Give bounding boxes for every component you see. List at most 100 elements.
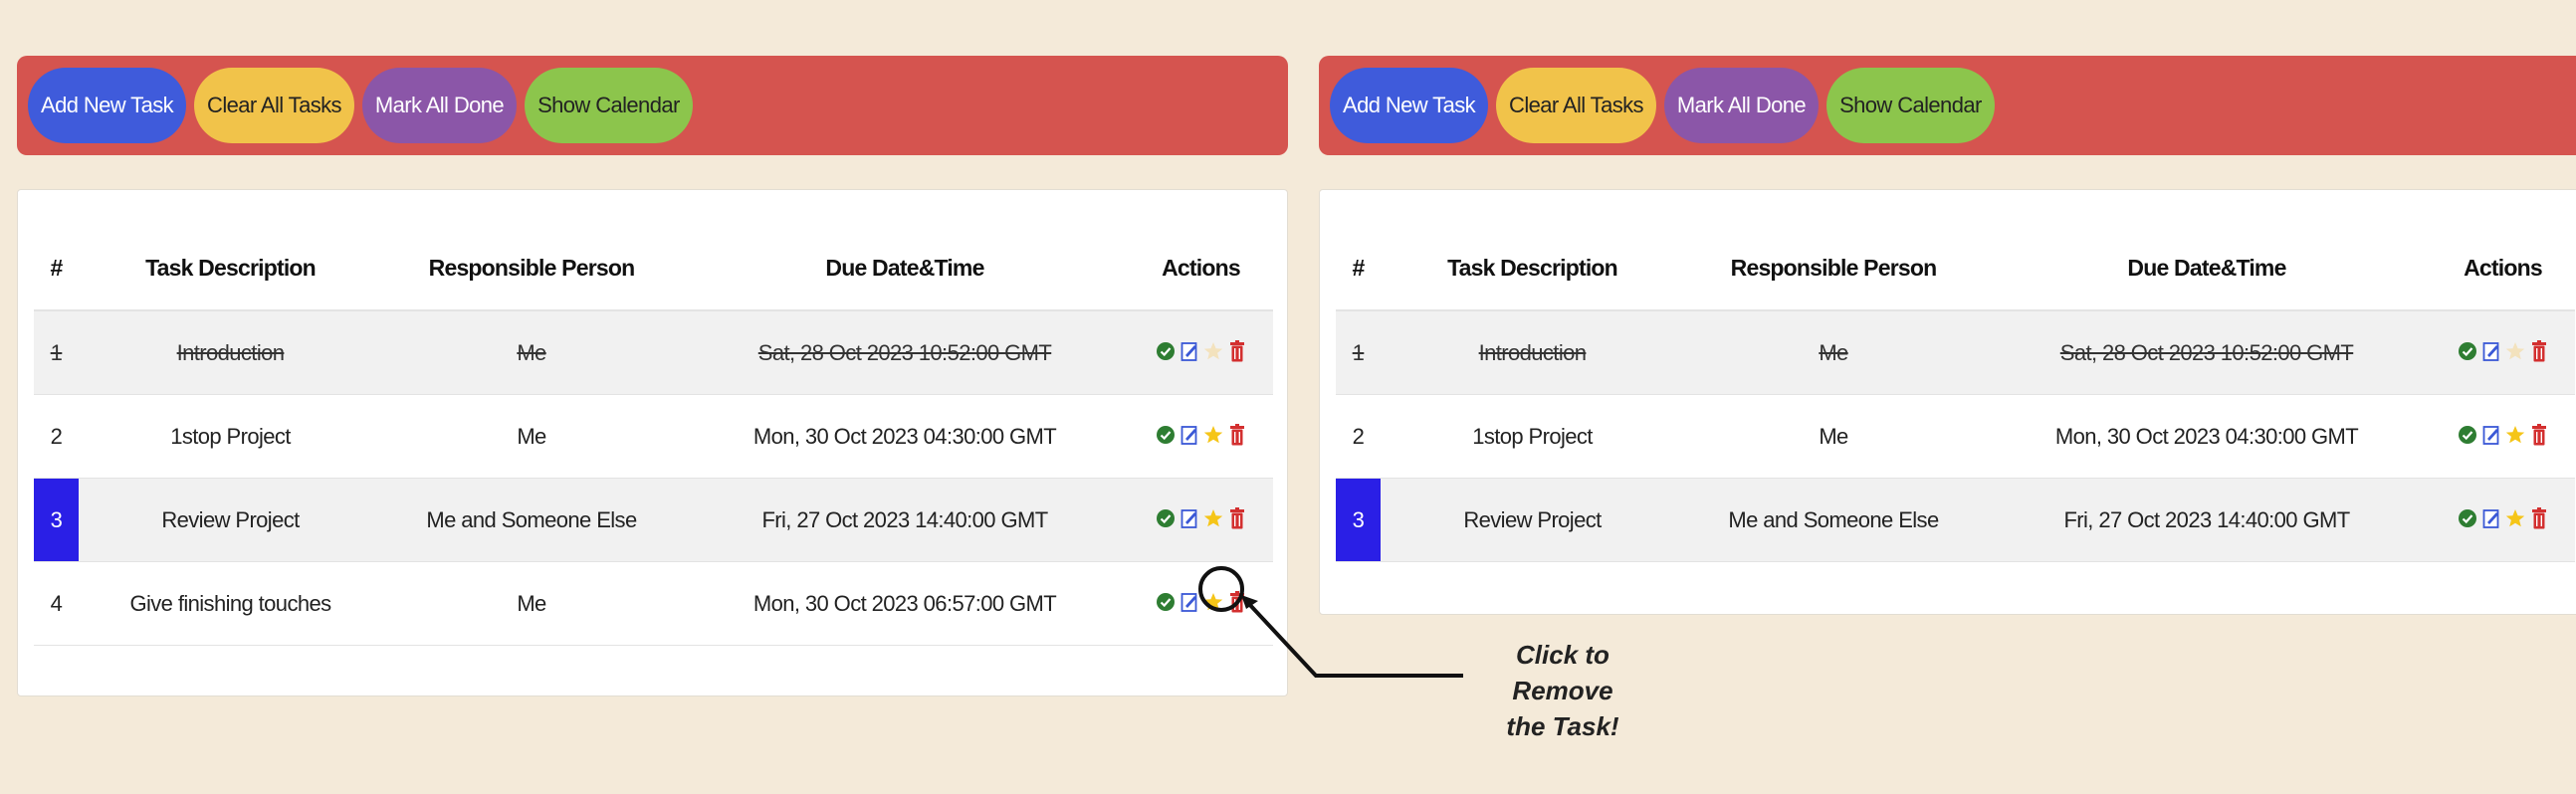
task-actions (2431, 310, 2575, 395)
mark-done-check-icon[interactable] (1156, 423, 1176, 447)
table-row: 3 Review Project Me and Someone Else Fri, 2… (1336, 478, 2575, 562)
delete-trash-icon[interactable] (1227, 506, 1247, 530)
task-table-body: 1 Introduction Me Sat, 28 Oct 2023 10:52:00… (34, 310, 1273, 646)
responsible-person: Me (382, 310, 681, 395)
star-empty-icon[interactable] (2505, 339, 2525, 363)
edit-task-icon[interactable] (1180, 423, 1199, 447)
task-number: 1 (34, 310, 79, 395)
mark-all-done-button[interactable]: Mark All Done (1663, 68, 1820, 143)
mark-done-check-icon[interactable] (2458, 423, 2477, 447)
delete-trash-icon[interactable] (2529, 339, 2549, 363)
header-actions: Actions (1129, 227, 1273, 311)
after-panel: Add New Task Clear All Tasks Mark All Do… (1319, 56, 2576, 615)
table-header-row: # Task Description Responsible Person Du… (34, 227, 1273, 311)
mark-done-check-icon[interactable] (1156, 590, 1176, 614)
header-responsible-person: Responsible Person (1684, 227, 1983, 311)
task-actions (1129, 478, 1273, 562)
show-calendar-button[interactable]: Show Calendar (525, 68, 693, 143)
star-filled-icon[interactable] (2505, 423, 2525, 447)
header-actions: Actions (2431, 227, 2575, 311)
star-filled-icon[interactable] (1203, 423, 1223, 447)
show-calendar-button[interactable]: Show Calendar (1826, 68, 1995, 143)
due-date-time: Sat, 28 Oct 2023 10:52:00 GMT (681, 310, 1129, 395)
due-date-time: Mon, 30 Oct 2023 04:30:00 GMT (681, 394, 1129, 479)
mark-done-check-icon[interactable] (2458, 339, 2477, 363)
before-panel: Add New Task Clear All Tasks Mark All Do… (17, 56, 1288, 696)
task-number: 3 (34, 478, 79, 562)
task-table-card: # Task Description Responsible Person Du… (17, 189, 1288, 696)
edit-task-icon[interactable] (2481, 423, 2501, 447)
delete-trash-icon[interactable] (2529, 506, 2549, 530)
table-row: 3 Review Project Me and Someone Else Fri, 2… (34, 478, 1273, 562)
mark-done-check-icon[interactable] (1156, 506, 1176, 530)
task-description: Review Project (79, 478, 382, 562)
task-number: 4 (34, 561, 79, 646)
header-responsible-person: Responsible Person (382, 227, 681, 311)
due-date-time: Sat, 28 Oct 2023 10:52:00 GMT (1983, 310, 2431, 395)
responsible-person: Me (1684, 310, 1983, 395)
callout-line-2: the Task! (1506, 711, 1619, 741)
table-row: 2 1stop Project Me Mon, 30 Oct 2023 04:30:0… (34, 394, 1273, 479)
edit-task-icon[interactable] (1180, 590, 1199, 614)
toolbar: Add New Task Clear All Tasks Mark All Do… (17, 56, 1288, 155)
task-description: Give finishing touches (79, 561, 382, 646)
task-table-card: # Task Description Responsible Person Du… (1319, 189, 2576, 615)
delete-trash-icon[interactable] (1227, 423, 1247, 447)
edit-task-icon[interactable] (2481, 339, 2501, 363)
mark-done-check-icon[interactable] (2458, 506, 2477, 530)
task-description: 1stop Project (1381, 394, 1684, 479)
action-buttons (2458, 339, 2549, 363)
action-buttons (1156, 590, 1247, 614)
task-table-body: 1 Introduction Me Sat, 28 Oct 2023 10:52:00… (1336, 310, 2575, 562)
toolbar: Add New Task Clear All Tasks Mark All Do… (1319, 56, 2576, 155)
responsible-person: Me and Someone Else (382, 478, 681, 562)
clear-all-tasks-button[interactable]: Clear All Tasks (1496, 68, 1656, 143)
task-table: # Task Description Responsible Person Du… (1336, 227, 2575, 562)
callout-label: Click to Remove the Task! (1468, 637, 1657, 744)
star-filled-icon[interactable] (1203, 590, 1223, 614)
action-buttons (1156, 423, 1247, 447)
task-actions (2431, 478, 2575, 562)
table-row: 2 1stop Project Me Mon, 30 Oct 2023 04:30:0… (1336, 394, 2575, 479)
due-date-time: Mon, 30 Oct 2023 06:57:00 GMT (681, 561, 1129, 646)
add-new-task-button[interactable]: Add New Task (1330, 68, 1489, 143)
task-number: 3 (1336, 478, 1381, 562)
responsible-person: Me (382, 561, 681, 646)
star-filled-icon[interactable] (2505, 506, 2525, 530)
mark-done-check-icon[interactable] (1156, 339, 1176, 363)
action-buttons (2458, 423, 2549, 447)
clear-all-tasks-button[interactable]: Clear All Tasks (194, 68, 354, 143)
star-filled-icon[interactable] (1203, 506, 1223, 530)
header-task-description: Task Description (1381, 227, 1684, 311)
table-row: 4 Give finishing touches Me Mon, 30 Oct 202… (34, 561, 1273, 646)
edit-task-icon[interactable] (2481, 506, 2501, 530)
task-actions (2431, 394, 2575, 479)
delete-trash-icon[interactable] (1227, 339, 1247, 363)
header-task-description: Task Description (79, 227, 382, 311)
delete-trash-icon[interactable] (1227, 590, 1247, 614)
task-description: Review Project (1381, 478, 1684, 562)
task-actions (1129, 310, 1273, 395)
task-actions (1129, 394, 1273, 479)
task-number: 2 (34, 394, 79, 479)
task-number: 1 (1336, 310, 1381, 395)
mark-all-done-button[interactable]: Mark All Done (361, 68, 518, 143)
callout-line-1: Click to Remove (1512, 640, 1613, 705)
table-row: 1 Introduction Me Sat, 28 Oct 2023 10:52:00… (1336, 310, 2575, 395)
table-row: 1 Introduction Me Sat, 28 Oct 2023 10:52:00… (34, 310, 1273, 395)
header-due-date: Due Date&Time (681, 227, 1129, 311)
add-new-task-button[interactable]: Add New Task (28, 68, 187, 143)
responsible-person: Me (382, 394, 681, 479)
task-description: Introduction (1381, 310, 1684, 395)
action-buttons (1156, 339, 1247, 363)
responsible-person: Me and Someone Else (1684, 478, 1983, 562)
header-due-date: Due Date&Time (1983, 227, 2431, 311)
due-date-time: Fri, 27 Oct 2023 14:40:00 GMT (1983, 478, 2431, 562)
task-description: 1stop Project (79, 394, 382, 479)
delete-trash-icon[interactable] (2529, 423, 2549, 447)
star-empty-icon[interactable] (1203, 339, 1223, 363)
action-buttons (1156, 506, 1247, 530)
edit-task-icon[interactable] (1180, 506, 1199, 530)
table-header-row: # Task Description Responsible Person Du… (1336, 227, 2575, 311)
edit-task-icon[interactable] (1180, 339, 1199, 363)
